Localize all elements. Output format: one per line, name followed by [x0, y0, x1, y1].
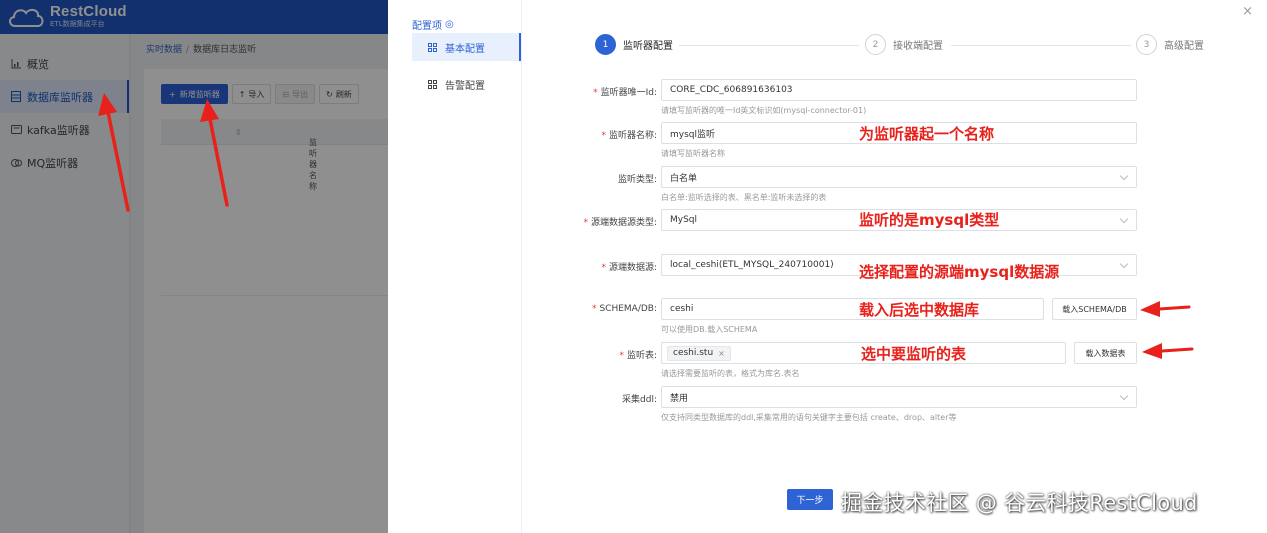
- watermark: 掘金技术社区 @ 谷云科技RestCloud: [841, 491, 1198, 515]
- source-label-text: 源端数据源:: [608, 263, 657, 273]
- chevron-down-icon: [1119, 259, 1129, 269]
- chevron-down-icon: [1119, 171, 1129, 181]
- source-type-label: * 源端数据源类型:: [583, 215, 657, 228]
- tables-hint: 请选择需要监听的表，格式为库名.表名: [661, 369, 800, 378]
- required-mark: *: [601, 263, 606, 273]
- step-label: 接收端配置: [893, 41, 943, 52]
- annotation-tables: 选中要监听的表: [861, 345, 967, 363]
- next-step-button[interactable]: 下一步: [787, 489, 833, 510]
- step-label: 高级配置: [1164, 41, 1204, 52]
- config-nav: 基本配置 告警配置: [412, 33, 521, 107]
- listener-name-label: * 监听器名称:: [601, 128, 657, 141]
- source-value: local_ceshi(ETL_MYSQL_240710001): [670, 260, 834, 270]
- schema-input[interactable]: ceshi: [661, 298, 1044, 320]
- step-advanced-config: 3 高级配置: [1136, 34, 1204, 55]
- step-receiver-config: 2 接收端配置: [865, 34, 943, 55]
- listen-type-hint: 白名单:监听选择的表、黑名单:监听未选择的表: [661, 193, 827, 202]
- close-icon[interactable]: ×: [1242, 4, 1253, 19]
- nav-item-label: 告警配置: [445, 80, 485, 92]
- nav-item-label: 基本配置: [445, 43, 485, 55]
- source-type-label-text: 源端数据源类型:: [590, 218, 657, 228]
- required-mark: *: [619, 351, 624, 361]
- tag-close-icon[interactable]: ×: [718, 349, 725, 358]
- listener-id-value: CORE_CDC_606891636103: [670, 85, 793, 95]
- nav-item-alert-config[interactable]: 告警配置: [412, 70, 521, 98]
- step-listener-config: 1 监听器配置: [595, 34, 673, 55]
- chevron-down-icon: [1119, 391, 1129, 401]
- listener-name-label-text: 监听器名称:: [608, 131, 657, 141]
- schema-hint: 可以使用DB.载入SCHEMA: [661, 325, 758, 334]
- schema-value: ceshi: [670, 304, 694, 314]
- config-nav-title-label: 配置项: [412, 21, 442, 32]
- listener-name-hint: 请填写监听器名称: [661, 149, 725, 158]
- load-schema-button[interactable]: 载入SCHEMA/DB: [1052, 298, 1137, 320]
- schema-label-text: SCHEMA/DB:: [599, 304, 657, 314]
- step-number: 3: [1136, 34, 1157, 55]
- required-mark: *: [591, 304, 597, 314]
- source-type-value: MySql: [670, 215, 698, 225]
- table-tag: ceshi.stu ×: [667, 345, 731, 361]
- config-drawer: × 配置项 ◎ 基本配置 告警配置 1 监听器配置 2 接收端配置 3 高级配置: [388, 0, 1267, 533]
- listen-type-label: 监听类型:: [617, 175, 657, 185]
- modal-mask[interactable]: [0, 0, 388, 533]
- listen-type-value: 白名单: [670, 173, 698, 184]
- tables-label-text: 监听表:: [626, 351, 657, 361]
- load-tables-button[interactable]: 载入数据表: [1074, 342, 1137, 364]
- nav-divider: [521, 0, 522, 533]
- annotation-name: 为监听器起一个名称: [859, 125, 995, 143]
- listener-id-hint: 请填写监听器的唯一Id英文标识如(mysql-connector-01): [661, 106, 867, 115]
- step-connector: [679, 45, 859, 46]
- listener-id-label-text: 监听器唯一Id:: [600, 88, 657, 98]
- step-label: 监听器配置: [623, 41, 673, 52]
- source-label: * 源端数据源:: [601, 260, 657, 273]
- required-mark: *: [601, 131, 606, 141]
- listener-id-input[interactable]: CORE_CDC_606891636103: [661, 79, 1137, 101]
- config-nav-title: 配置项 ◎: [412, 17, 454, 32]
- schema-label: * SCHEMA/DB:: [592, 304, 657, 314]
- ddl-value: 禁用: [670, 393, 689, 404]
- tables-label: * 监听表:: [619, 348, 657, 361]
- required-mark: *: [583, 218, 588, 228]
- annotation-source: 选择配置的源端mysql数据源: [859, 263, 1060, 281]
- grid-icon: [428, 42, 437, 52]
- listen-type-select[interactable]: 白名单: [661, 166, 1137, 188]
- chevron-down-icon: [1119, 214, 1129, 224]
- listener-name-value: mysql监听: [670, 129, 715, 140]
- required-mark: *: [593, 88, 598, 98]
- annotation-schema: 载入后选中数据库: [859, 301, 980, 319]
- grid-icon: [428, 79, 437, 89]
- annotation-type: 监听的是mysql类型: [859, 211, 1000, 229]
- ddl-label: 采集ddl:: [622, 395, 657, 405]
- step-number: 1: [595, 34, 616, 55]
- step-connector: [951, 45, 1131, 46]
- listener-id-label: * 监听器唯一Id:: [593, 85, 657, 98]
- settings-icon: ◎: [445, 19, 454, 30]
- step-indicator: 1 监听器配置 2 接收端配置 3 高级配置: [595, 34, 1255, 56]
- ddl-select[interactable]: 禁用: [661, 386, 1137, 408]
- step-number: 2: [865, 34, 886, 55]
- nav-item-basic-config[interactable]: 基本配置: [412, 33, 521, 61]
- ddl-hint: 仅支持同类型数据库的ddl,采集常用的语句关键字主要包括 create、drop…: [661, 413, 957, 422]
- table-tag-label: ceshi.stu: [673, 348, 714, 358]
